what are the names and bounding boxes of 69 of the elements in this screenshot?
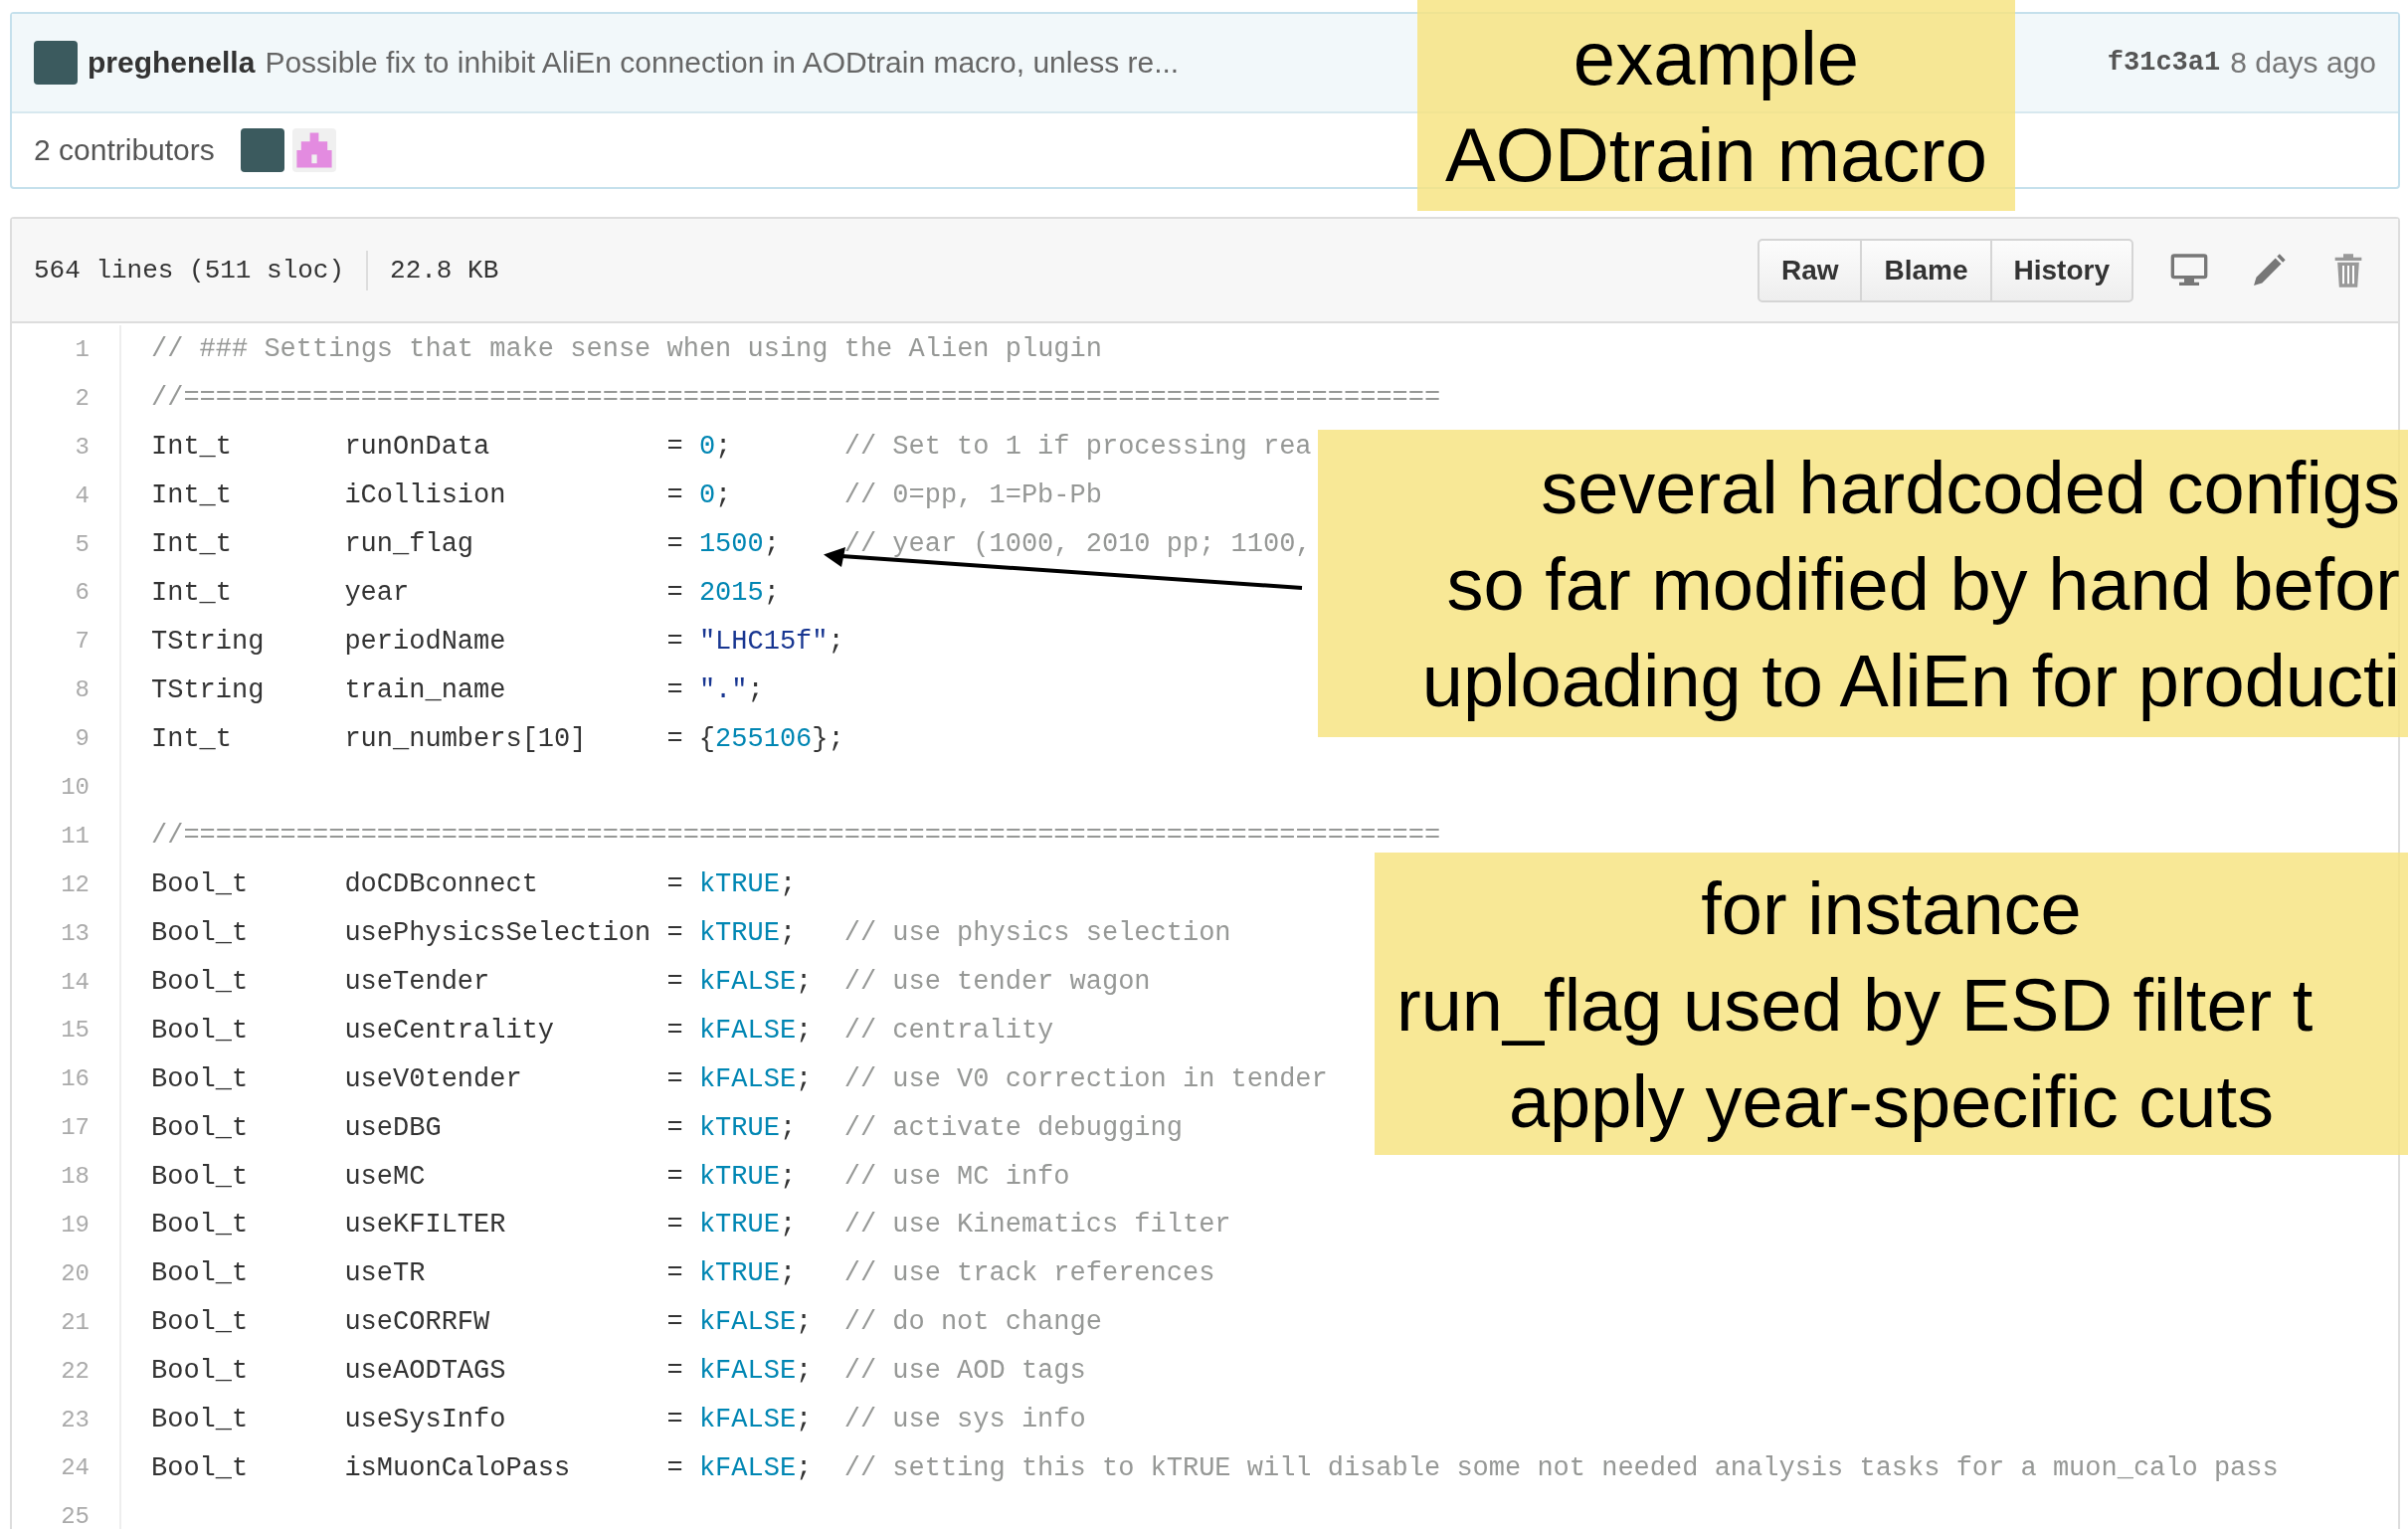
code-line: Int_t run_numbers[10] = {255106};: [151, 723, 844, 754]
line-number: 17: [12, 1103, 121, 1153]
code-line: Bool_t useV0tender = kFALSE; // use V0 correction in tender: [151, 1063, 1328, 1094]
annotation-text: uploading to AliEn for producti: [1421, 639, 2400, 724]
code-line: Bool_t useKFILTER = kTRUE; // use Kinematics filter: [151, 1210, 1231, 1241]
code-line: Int_t year = 2015;: [151, 577, 781, 608]
avatar-photo-placeholder[interactable]: [240, 128, 284, 172]
line-count: 564 lines (511 sloc): [34, 255, 345, 286]
line-number: 15: [12, 1006, 121, 1055]
line-number: 13: [12, 908, 121, 958]
annotation-text: apply year-specific cuts: [1508, 1059, 2275, 1145]
code-line: TString periodName = "LHC15f";: [151, 626, 844, 657]
code-line: Bool_t isMuonCaloPass = kFALSE; // setting this to kTRUE will disable some not needed analysis tasks for a muon_calo pass: [151, 1452, 2279, 1483]
line-number: 5: [12, 519, 121, 569]
line-number: 10: [12, 763, 121, 812]
line-number: 22: [12, 1346, 121, 1396]
contributors-count[interactable]: 2 contributors: [34, 133, 215, 167]
file-action-button[interactable]: Blame: [1860, 238, 1992, 302]
line-number: 12: [12, 860, 121, 909]
code-line: Bool_t useDBG = kTRUE; // activate debugging: [151, 1112, 1183, 1143]
line-number: 25: [12, 1492, 121, 1529]
commit-author[interactable]: preghenella: [88, 46, 256, 80]
line-number: 14: [12, 957, 121, 1007]
code-line: Bool_t useTR = kTRUE; // use track references: [151, 1258, 1215, 1289]
code-line: Int_t run_flag = 1500; // year (1000, 2010 pp; 1100,: [151, 529, 1312, 559]
line-number: 2: [12, 373, 121, 423]
code-line: // ### Settings that make sense when using the Alien plugin: [151, 334, 1102, 365]
line-number: 18: [12, 1152, 121, 1202]
line-number: 7: [12, 617, 121, 667]
annotation-text: so far modified by hand befor: [1446, 542, 2400, 628]
line-number: 24: [12, 1443, 121, 1493]
line-number: 20: [12, 1248, 121, 1298]
line-number: 4: [12, 471, 121, 520]
annotation-text: AODtrain macro: [1445, 111, 1987, 199]
file-size: 22.8 KB: [390, 255, 499, 286]
code-line: //==============================================================================: [151, 383, 1441, 414]
file-action-button[interactable]: History: [1989, 238, 2133, 302]
line-number: 21: [12, 1297, 121, 1347]
annotation-text: for instance: [1701, 866, 2082, 952]
annotation-text: example: [1573, 15, 1860, 102]
file-action-button[interactable]: Raw: [1757, 238, 1863, 302]
code-line: Bool_t usePhysicsSelection = kTRUE; // use physics selection: [151, 918, 1231, 949]
line-number: 3: [12, 422, 121, 472]
line-number: 6: [12, 568, 121, 618]
line-number: 9: [12, 714, 121, 763]
code-line: Int_t runOnData = 0; // Set to 1 if processing rea: [151, 432, 1312, 463]
line-number: 23: [12, 1395, 121, 1444]
code-line: TString train_name = ".";: [151, 674, 765, 705]
line-number: 16: [12, 1054, 121, 1104]
avatar-photo-placeholder: [34, 41, 78, 85]
code-line: Bool_t useMC = kTRUE; // use MC info: [151, 1161, 1070, 1192]
annotation-text: several hardcoded configs: [1541, 446, 2400, 531]
code-line: Bool_t useCentrality = kFALSE; // centrality: [151, 1015, 1054, 1046]
code-line: Bool_t useAODTAGS = kFALSE; // use AOD tags: [151, 1356, 1086, 1387]
code-line: Bool_t useSysInfo = kFALSE; // use sys info: [151, 1405, 1086, 1435]
code-line: //==============================================================================: [151, 821, 1441, 852]
code-line: Bool_t useTender = kFALSE; // use tender wagon: [151, 967, 1151, 997]
commit-time: 8 days ago: [2230, 46, 2376, 80]
line-number: 19: [12, 1201, 121, 1249]
commit-sha[interactable]: f31c3a1: [2107, 48, 2221, 78]
identicon-icon[interactable]: [291, 128, 336, 172]
code-line: Int_t iCollision = 0; // 0=pp, 1=Pb-Pb: [151, 480, 1102, 511]
line-number: 11: [12, 811, 121, 860]
line-number: 1: [12, 325, 121, 374]
commit-message[interactable]: Possible fix to inhibit AliEn connection in AODtrain macro, unless re...: [265, 46, 1180, 80]
line-number: 8: [12, 666, 121, 715]
code-line: Bool_t doCDBconnect = kTRUE;: [151, 869, 798, 900]
code-line: Bool_t useCORRFW = kFALSE; // do not change: [151, 1307, 1102, 1338]
annotation-text: run_flag used by ESD filter t: [1396, 963, 2314, 1049]
